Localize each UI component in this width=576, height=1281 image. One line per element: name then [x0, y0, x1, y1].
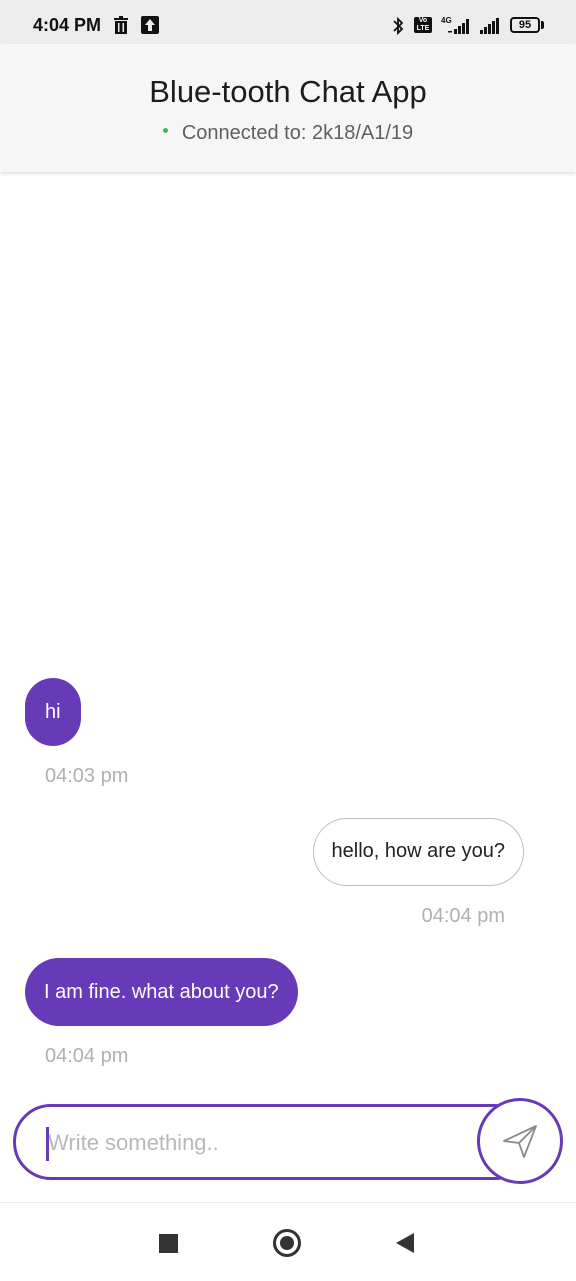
message-timestamp: 04:03 pm: [45, 765, 129, 787]
status-time: 4:04 PM: [33, 15, 102, 35]
message-bubble-incoming[interactable]: I am fine. what about you?: [25, 958, 298, 1026]
bluetooth-icon: [393, 16, 404, 36]
message-timestamp: 04:04 pm: [45, 1045, 129, 1067]
text-caret: [46, 1127, 49, 1161]
message-bubble-incoming[interactable]: hi: [25, 678, 81, 746]
signal-icon-2: [480, 18, 499, 34]
page-title: Blue-tooth Chat App: [149, 74, 427, 109]
back-icon[interactable]: [396, 1233, 414, 1253]
upload-icon: [141, 16, 159, 34]
connection-status: Connected to: 2k18/A1/19: [0, 122, 576, 145]
home-icon[interactable]: [273, 1229, 301, 1257]
app-header: Blue-tooth Chat App Connected to: 2k18/A…: [0, 44, 576, 172]
status-bar: 4:04 PM Vo LTE 4G 95: [0, 0, 576, 44]
recents-icon[interactable]: [159, 1234, 178, 1253]
connected-dot-icon: [162, 128, 168, 134]
message-input[interactable]: [48, 1127, 448, 1159]
trash-icon: [114, 16, 128, 34]
send-button[interactable]: [477, 1098, 563, 1184]
battery-icon: 95: [510, 17, 540, 33]
signal-icon: [448, 19, 469, 34]
send-icon: [503, 1125, 537, 1158]
connection-status-text: Connected to: 2k18/A1/19: [181, 122, 414, 144]
message-bubble-outgoing[interactable]: hello, how are you?: [312, 818, 524, 886]
system-nav-bar: [0, 1202, 576, 1281]
message-input-container[interactable]: [13, 1104, 533, 1180]
battery-tip: [541, 21, 544, 29]
message-timestamp: 04:04 pm: [421, 905, 505, 927]
volte-icon: Vo LTE: [414, 17, 432, 33]
